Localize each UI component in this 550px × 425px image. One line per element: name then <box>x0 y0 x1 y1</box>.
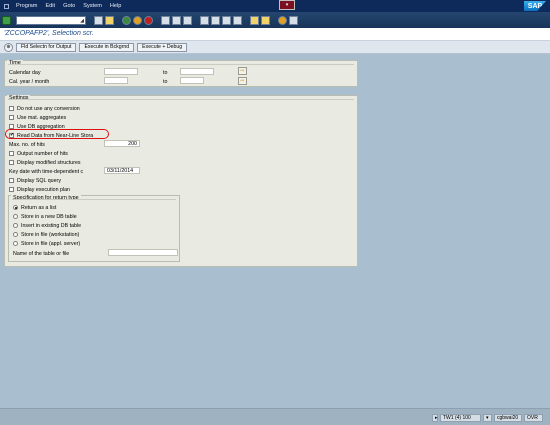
menu-edit[interactable]: Edit <box>45 3 55 9</box>
calendar-day-to-input[interactable] <box>180 68 214 75</box>
key-date-label: Key date with time-dependent c <box>9 168 84 175</box>
existing-db-table-radio[interactable] <box>13 223 18 228</box>
time-group-title: Time <box>7 60 23 66</box>
system-info-dropdown-icon[interactable]: ▾ <box>483 414 492 422</box>
find-next-icon[interactable] <box>183 15 192 25</box>
exit-icon[interactable] <box>133 15 142 25</box>
new-db-table-option[interactable]: Store in a new DB table <box>13 213 77 220</box>
cal-year-month-label: Cal. year / month <box>9 78 50 85</box>
calendar-day-multiple-selection-icon[interactable]: ⇨ <box>238 67 247 75</box>
customize-layout-icon[interactable]: ▾ <box>279 0 295 10</box>
modified-structures-checkbox[interactable] <box>9 160 14 165</box>
return-list-option[interactable]: Return as a list <box>13 204 56 211</box>
application-toolbar: ⊕ Fld Selectn for Output Execute in Bckg… <box>0 41 550 54</box>
mat-aggregates-checkbox[interactable] <box>9 115 14 120</box>
page-title: 'ZCCOPAFP2', Selection scr. <box>4 30 94 37</box>
menu-goto[interactable]: Goto <box>63 3 75 9</box>
return-list-label: Return as a list <box>21 204 57 211</box>
execute-icon[interactable]: ⊕ <box>4 42 13 52</box>
find-icon[interactable] <box>172 15 181 25</box>
field-selection-button[interactable]: Fld Selectn for Output <box>16 42 77 52</box>
sap-logo: SAP <box>524 1 546 11</box>
max-hits-label: Max. no. of hits <box>9 141 45 148</box>
standard-toolbar: ◢ <box>0 12 550 28</box>
status-bar: ▸ TW1 (4) 100 ▾ cgbwai20 OVR <box>0 408 550 425</box>
shortcut-icon[interactable] <box>261 15 270 25</box>
no-conversion-label: Do not use any conversion <box>17 105 80 112</box>
command-history-icon[interactable]: ◢ <box>80 18 84 24</box>
execution-plan-label: Display execution plan <box>17 186 70 193</box>
status-expand-icon[interactable]: ▸ <box>432 414 438 422</box>
execution-plan-option[interactable]: Display execution plan <box>9 186 70 193</box>
settings-group: Settings Do not use any conversion Use m… <box>4 95 358 267</box>
new-db-table-radio[interactable] <box>13 214 18 219</box>
cal-year-month-to-input[interactable] <box>180 77 204 84</box>
file-appl-server-label: Store in file (appl. server) <box>21 240 81 247</box>
menu-program[interactable]: Program <box>16 3 37 9</box>
calendar-day-from-input[interactable] <box>104 68 138 75</box>
cal-year-month-from-input[interactable] <box>104 77 128 84</box>
file-workstation-radio[interactable] <box>13 232 18 237</box>
calendar-day-label: Calendar day <box>9 69 41 76</box>
menu-system[interactable]: System <box>83 3 102 9</box>
execute-background-button[interactable]: Execute in Bckgrnd <box>79 42 135 52</box>
return-type-title: Specification for return type <box>11 195 81 201</box>
title-bar: 'ZCCOPAFP2', Selection scr. <box>0 28 550 41</box>
menu-help[interactable]: Help <box>110 3 122 9</box>
table-name-label: Name of the table or file <box>13 250 70 257</box>
new-session-icon[interactable] <box>250 15 259 25</box>
insert-mode: OVR <box>524 414 543 422</box>
modified-structures-label: Display modified structures <box>17 159 81 166</box>
return-type-group: Specification for return type Return as … <box>8 195 180 262</box>
existing-db-table-option[interactable]: Insert in existing DB table <box>13 222 81 229</box>
enter-icon[interactable] <box>2 15 11 25</box>
first-page-icon[interactable] <box>200 15 209 25</box>
settings-group-title: Settings <box>7 95 31 101</box>
menu-bar: Program Edit Goto System Help ▾ SAP <box>0 0 550 12</box>
file-workstation-label: Store in file (workstation) <box>21 231 80 238</box>
back-icon[interactable] <box>122 15 131 25</box>
return-list-radio[interactable] <box>13 205 18 210</box>
file-appl-server-option[interactable]: Store in file (appl. server) <box>13 240 80 247</box>
file-workstation-option[interactable]: Store in file (workstation) <box>13 231 79 238</box>
no-conversion-option[interactable]: Do not use any conversion <box>9 105 80 112</box>
mat-aggregates-option[interactable]: Use mat. aggregates <box>9 114 66 121</box>
window-menu-icon[interactable] <box>0 0 12 12</box>
system-info: TW1 (4) 100 <box>440 414 481 422</box>
existing-db-table-label: Insert in existing DB table <box>21 222 82 229</box>
command-field[interactable]: ◢ <box>16 15 86 25</box>
help-icon[interactable] <box>278 15 287 25</box>
server-name: cgbwai20 <box>494 414 522 422</box>
mat-aggregates-label: Use mat. aggregates <box>17 114 67 121</box>
print-icon[interactable] <box>161 15 170 25</box>
calendar-day-to-label: to <box>163 69 168 76</box>
max-hits-input[interactable]: 200 <box>104 140 140 147</box>
file-appl-server-radio[interactable] <box>13 241 18 246</box>
no-conversion-checkbox[interactable] <box>9 106 14 111</box>
sql-query-label: Display SQL query <box>17 177 61 184</box>
layout-menu-icon[interactable] <box>289 15 298 25</box>
previous-page-icon[interactable] <box>211 15 220 25</box>
annotation-highlight <box>5 129 109 139</box>
back-arrow-icon[interactable] <box>94 15 103 25</box>
table-name-input[interactable] <box>108 249 178 256</box>
execute-debug-button[interactable]: Execute + Debug <box>137 42 188 52</box>
cal-year-month-multiple-selection-icon[interactable]: ⇨ <box>238 77 247 85</box>
save-icon[interactable] <box>105 15 114 25</box>
output-hits-option[interactable]: Output number of hits <box>9 150 68 157</box>
sql-query-checkbox[interactable] <box>9 178 14 183</box>
next-page-icon[interactable] <box>222 15 231 25</box>
modified-structures-option[interactable]: Display modified structures <box>9 159 81 166</box>
new-db-table-label: Store in a new DB table <box>21 213 77 220</box>
cancel-icon[interactable] <box>144 15 153 25</box>
last-page-icon[interactable] <box>233 15 242 25</box>
execution-plan-checkbox[interactable] <box>9 187 14 192</box>
key-date-input[interactable]: 03/11/2014 <box>104 167 140 174</box>
output-hits-label: Output number of hits <box>17 150 68 157</box>
cal-year-month-to-label: to <box>163 78 168 85</box>
output-hits-checkbox[interactable] <box>9 151 14 156</box>
time-group: Time Calendar day to ⇨ Cal. year / month… <box>4 60 358 87</box>
sql-query-option[interactable]: Display SQL query <box>9 177 61 184</box>
